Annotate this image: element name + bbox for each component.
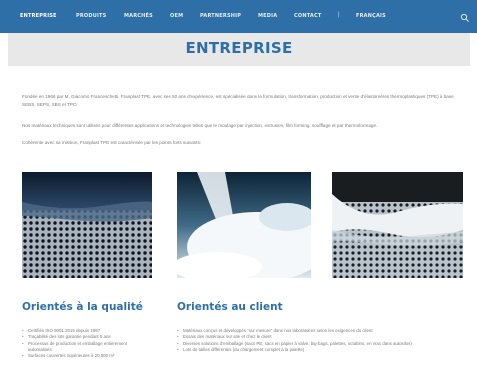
page-title: ENTREPRISE (185, 39, 293, 57)
page-title-band: ENTREPRISE (8, 33, 470, 66)
nav-separator: | (338, 12, 340, 18)
language-switcher[interactable]: FRANÇAIS (356, 13, 386, 19)
nav-item-entreprise[interactable]: ENTREPRISE (20, 13, 57, 19)
nav-item-oem[interactable]: OEM (170, 13, 183, 19)
intro-paragraph-3: Cohérente avec sa mission, Franplast TPE… (22, 140, 202, 145)
nav-item-marches[interactable]: MARCHÉS (124, 13, 153, 19)
quality-list: Certifiés ISO 9001:2015 depuis 1997 Traç… (22, 328, 140, 360)
intro-paragraph-2: Nos matériaux techniques sont utilisés p… (22, 123, 378, 128)
photo-perforated-metal (22, 172, 152, 278)
intro-paragraph-1: Fondée en 1966 par M. Giacomo Francesche… (22, 94, 454, 107)
photo-granules-on-sieve (332, 172, 463, 278)
top-nav-bar: ENTREPRISE PRODUITS MARCHÉS OEM PARTNERS… (0, 0, 477, 33)
nav-item-partnership[interactable]: PARTNERSHIP (200, 13, 241, 19)
nav-item-media[interactable]: MEDIA (258, 13, 277, 19)
list-item: Processus de production et emballage ent… (22, 341, 140, 354)
nav-item-produits[interactable]: PRODUITS (76, 13, 106, 19)
section-title-quality: Orientés à la qualité (22, 301, 143, 313)
photo-white-granules (177, 172, 311, 278)
client-list: Matériaux conçus et développés "sur mesu… (177, 328, 467, 353)
section-title-client: Orientés au client (177, 301, 283, 313)
nav-item-contact[interactable]: CONTACT (294, 13, 321, 19)
search-icon[interactable] (460, 10, 470, 22)
list-item: Surfaces couvertes supérieures à 20.000 … (22, 353, 140, 360)
list-item: Lots de tailles différentes (du chargeme… (177, 347, 467, 354)
